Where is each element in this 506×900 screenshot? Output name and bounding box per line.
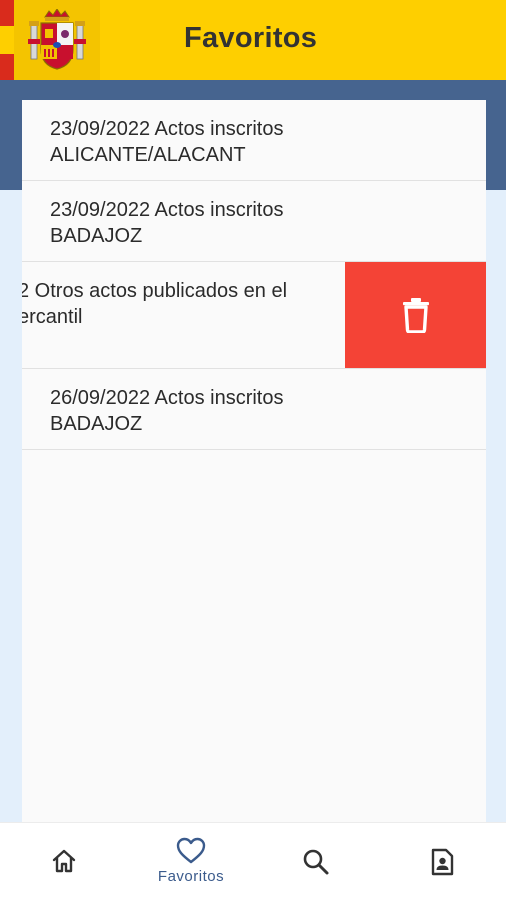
app-header: Favoritos [0, 0, 506, 80]
nav-contact[interactable] [416, 823, 468, 900]
home-icon [52, 849, 76, 873]
favorites-list[interactable]: 23/09/2022 Actos inscritos ALICANTE/ALAC… [22, 100, 486, 822]
page-title: Favoritos [184, 22, 318, 54]
list-item[interactable]: 23/09/2022 Actos inscritos BADAJOZ [22, 181, 486, 262]
flag-strip [0, 0, 14, 80]
trash-icon [402, 298, 429, 333]
bottom-navigation: Favoritos [0, 822, 506, 900]
list-item[interactable]: 26/09/2022 Actos inscritos BADAJOZ [22, 369, 486, 450]
nav-search[interactable] [290, 823, 342, 900]
search-icon [303, 849, 329, 875]
nav-home[interactable] [38, 823, 90, 900]
coat-of-arms-icon [14, 0, 100, 80]
nav-favoritos[interactable]: Favoritos [146, 823, 236, 900]
list-item-text: 2 Otros actos publicados en el ercantil [22, 280, 288, 328]
list-item-text: 26/09/2022 Actos inscritos BADAJOZ [50, 387, 284, 435]
list-item[interactable]: 23/09/2022 Actos inscritos ALICANTE/ALAC… [22, 100, 486, 181]
delete-button[interactable] [345, 262, 486, 368]
nav-favoritos-label: Favoritos [157, 868, 225, 885]
heart-icon [176, 837, 206, 864]
list-item-text: 23/09/2022 Actos inscritos ALICANTE/ALAC… [50, 118, 284, 166]
list-item-text: 23/09/2022 Actos inscritos BADAJOZ [50, 199, 284, 247]
contact-icon [431, 848, 454, 876]
